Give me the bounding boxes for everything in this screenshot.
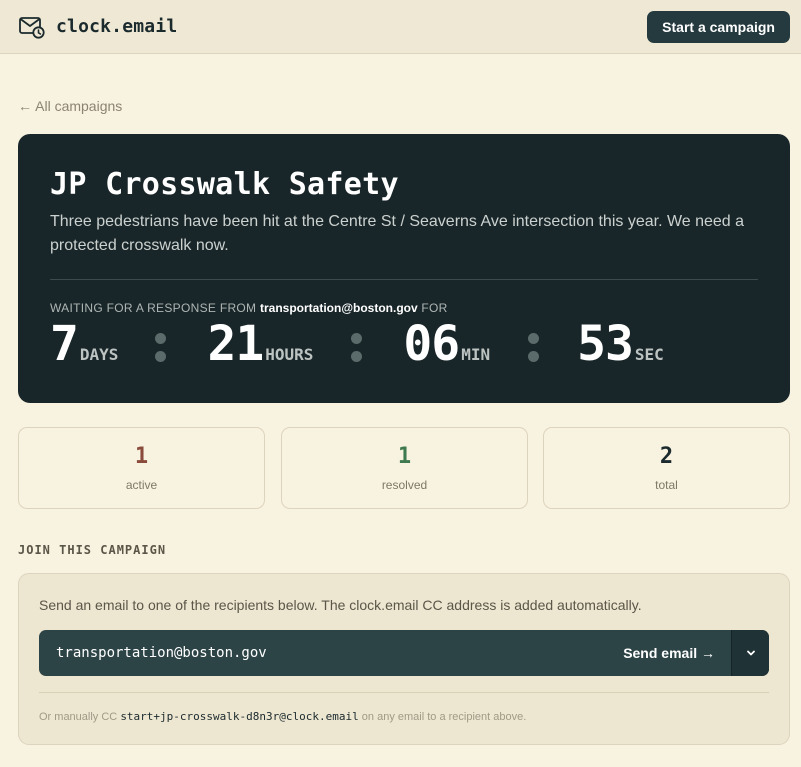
all-campaigns-link[interactable]: ← All campaigns: [18, 98, 122, 114]
countdown-separator: [351, 332, 363, 362]
countdown-minutes-value: 06: [403, 316, 460, 372]
countdown-days-label: DAYS: [79, 345, 119, 364]
countdown-seconds-value: 53: [577, 316, 634, 372]
countdown-timer: 7 DAYS 21 HOURS 06 MIN 53 SEC: [50, 318, 758, 370]
manual-cc-prefix: Or manually CC: [39, 711, 118, 723]
waiting-line: WAITING FOR A RESPONSE FROM transportati…: [50, 301, 758, 315]
top-bar: clock.email Start a campaign: [0, 0, 801, 54]
stat-active: 1 active: [18, 427, 265, 509]
send-email-row: transportation@boston.gov Send email →: [39, 630, 769, 676]
hero-divider: [50, 279, 758, 280]
chevron-down-icon: [746, 650, 755, 656]
countdown-seconds: 53 SEC: [577, 318, 664, 370]
countdown-hours-value: 21: [207, 316, 264, 372]
mail-clock-icon: [19, 16, 45, 39]
manual-cc-note: Or manually CC start+jp-crosswalk-d8n3r@…: [39, 710, 526, 723]
countdown-hours: 21 HOURS: [207, 318, 313, 370]
send-email-button[interactable]: transportation@boston.gov Send email →: [39, 630, 731, 676]
stat-resolved: 1 resolved: [281, 427, 528, 509]
countdown-seconds-label: SEC: [634, 345, 664, 364]
stat-active-value: 1: [134, 444, 149, 469]
brand-name: clock.email: [56, 16, 178, 37]
manual-cc-suffix: on any email to a recipient above.: [361, 711, 527, 723]
countdown-separator: [155, 332, 167, 362]
countdown-hours-label: HOURS: [265, 345, 314, 364]
brand-logo-link[interactable]: clock.email: [18, 13, 177, 41]
campaign-hero: JP Crosswalk Safety Three pedestrians ha…: [18, 134, 790, 403]
cc-address: start+jp-crosswalk-d8n3r@clock.email: [120, 710, 359, 723]
waiting-email: transportation@boston.gov: [259, 301, 418, 315]
waiting-prefix: WAITING FOR A RESPONSE FROM: [50, 301, 257, 315]
send-email-label: Send email →: [623, 645, 715, 661]
waiting-suffix: FOR: [421, 301, 448, 315]
recipient-email: transportation@boston.gov: [56, 645, 267, 661]
countdown-days: 7 DAYS: [50, 318, 118, 370]
stat-resolved-label: resolved: [381, 478, 428, 492]
campaign-title: JP Crosswalk Safety: [50, 167, 399, 202]
recipient-dropdown-toggle[interactable]: [731, 630, 769, 676]
campaign-description: Three pedestrians have been hit at the C…: [50, 213, 745, 254]
join-divider: [39, 692, 769, 693]
join-instructions: Send an email to one of the recipients b…: [39, 597, 642, 613]
stat-total-value: 2: [659, 444, 674, 469]
stat-total-label: total: [655, 478, 678, 492]
join-heading: JOIN THIS CAMPAIGN: [18, 543, 167, 557]
stat-total: 2 total: [543, 427, 790, 509]
join-panel: Send an email to one of the recipients b…: [18, 573, 790, 745]
countdown-minutes: 06 MIN: [403, 318, 490, 370]
stat-active-label: active: [125, 478, 158, 492]
countdown-minutes-label: MIN: [461, 345, 491, 364]
countdown-separator: [528, 332, 540, 362]
countdown-days-value: 7: [50, 316, 79, 372]
stat-resolved-value: 1: [397, 444, 412, 469]
start-campaign-button[interactable]: Start a campaign: [647, 10, 790, 43]
